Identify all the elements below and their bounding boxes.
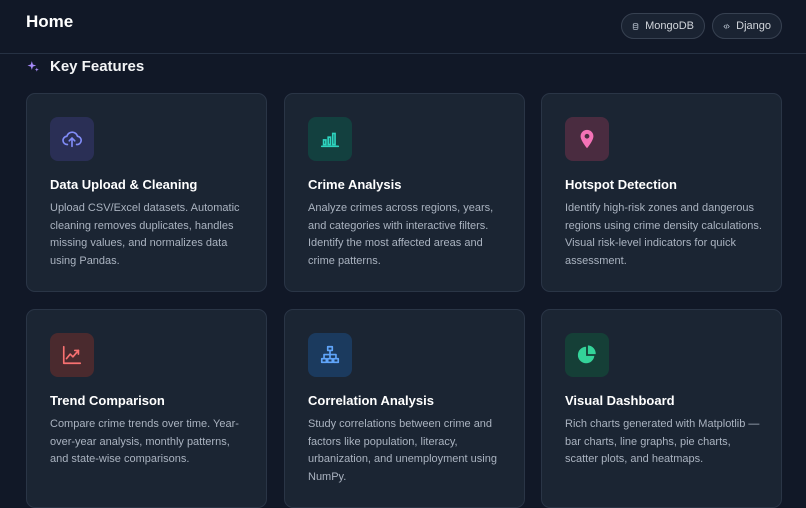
sparkles-icon (27, 60, 39, 72)
feature-card-trend[interactable]: Trend Comparison Compare crime trends ov… (26, 309, 267, 508)
feature-card-crime-analysis[interactable]: Crime Analysis Analyze crimes across reg… (284, 93, 525, 292)
django-label: Django (736, 20, 771, 32)
feature-description: Rich charts generated with Matplotlib — … (565, 418, 760, 465)
feature-description: Identify high-risk zones and dangerous r… (565, 202, 762, 267)
section-title: Key Features (50, 58, 145, 75)
django-tag: Django (712, 13, 782, 39)
pie-chart-icon (577, 345, 596, 364)
feature-title: Trend Comparison (50, 393, 165, 408)
feature-icon-box (50, 333, 94, 377)
feature-title: Hotspot Detection (565, 177, 677, 192)
page-title: Home (26, 12, 74, 31)
feature-icon-box (308, 333, 352, 377)
feature-card-dashboard[interactable]: Visual Dashboard Rich charts generated w… (541, 309, 782, 508)
feature-icon-box (565, 333, 609, 377)
feature-card-data-upload[interactable]: Data Upload & Cleaning Upload CSV/Excel … (26, 93, 267, 292)
map-pin-icon (580, 129, 594, 149)
database-icon (632, 22, 639, 30)
feature-title: Visual Dashboard (565, 393, 675, 408)
trending-up-icon (62, 345, 82, 365)
feature-description: Study correlations between crime and fac… (308, 418, 497, 483)
feature-card-correlation[interactable]: Correlation Analysis Study correlations … (284, 309, 525, 508)
feature-icon-box (50, 117, 94, 161)
feature-title: Data Upload & Cleaning (50, 177, 198, 192)
code-icon (723, 23, 730, 29)
mongodb-label: MongoDB (645, 20, 694, 32)
cloud-upload-icon (62, 131, 82, 148)
feature-title: Correlation Analysis (308, 393, 434, 408)
feature-description: Analyze crimes across regions, years, an… (308, 202, 494, 267)
section-header: Key Features (26, 58, 144, 75)
feature-icon-box (308, 117, 352, 161)
network-icon (320, 345, 340, 364)
bar-chart-icon (320, 132, 340, 148)
feature-description: Compare crime trends over time. Year-ove… (50, 418, 239, 465)
feature-icon-box (565, 117, 609, 161)
top-bar: Home MongoDB Django (0, 0, 806, 54)
feature-card-hotspot[interactable]: Hotspot Detection Identify high-risk zon… (541, 93, 782, 292)
mongodb-tag: MongoDB (621, 13, 705, 39)
feature-title: Crime Analysis (308, 177, 402, 192)
feature-description: Upload CSV/Excel datasets. Automatic cle… (50, 202, 240, 267)
